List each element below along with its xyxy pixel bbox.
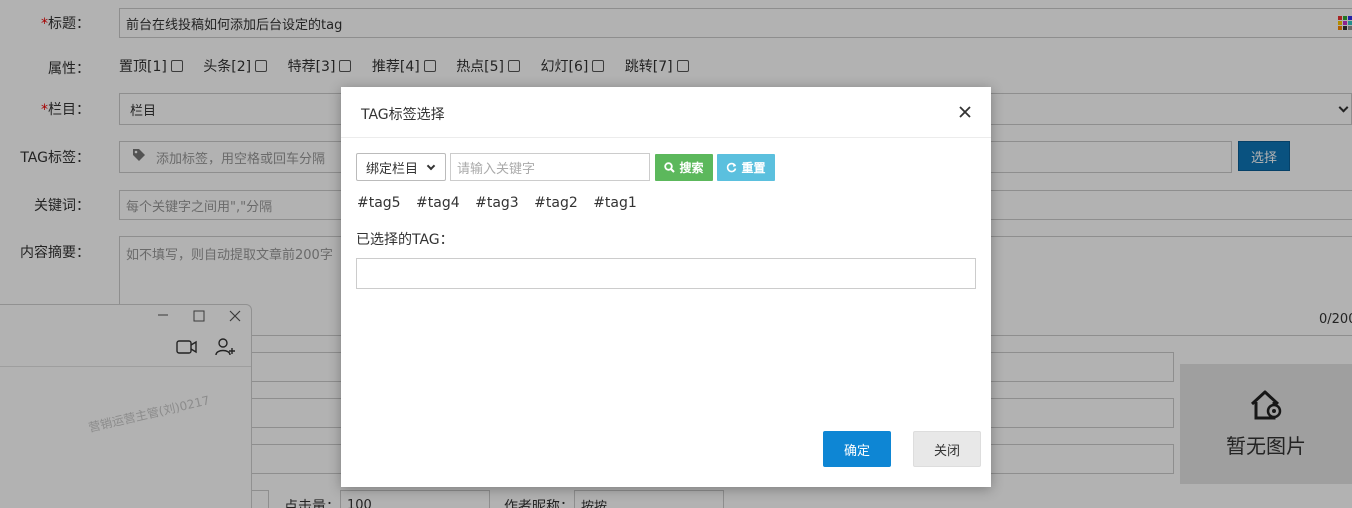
- chevron-down-icon: [426, 161, 436, 171]
- column-bind-dropdown[interactable]: 绑定栏目: [356, 153, 446, 181]
- tag-item[interactable]: #tag1: [593, 195, 637, 211]
- tag-item[interactable]: #tag2: [534, 195, 578, 211]
- reset-button[interactable]: 重置: [717, 154, 775, 181]
- close-button[interactable]: 关闭: [913, 431, 981, 467]
- tag-select-dialog: TAG标签选择 绑定栏目 请输入关键字 搜索 重置 #tag5 #tag4 #t…: [341, 87, 991, 487]
- selected-tags-box[interactable]: [356, 258, 976, 289]
- dialog-header: TAG标签选择: [341, 87, 991, 138]
- confirm-button[interactable]: 确定: [823, 431, 891, 467]
- tag-item[interactable]: #tag4: [416, 195, 460, 211]
- dialog-title: TAG标签选择: [361, 107, 445, 123]
- refresh-icon: [727, 162, 737, 173]
- selected-tags-label: 已选择的TAG：: [356, 232, 454, 248]
- keyword-search-input[interactable]: 请输入关键字: [450, 153, 650, 181]
- close-icon[interactable]: [955, 102, 975, 122]
- tag-list: #tag5 #tag4 #tag3 #tag2 #tag1: [357, 195, 648, 211]
- search-button[interactable]: 搜索: [655, 154, 713, 181]
- tag-item[interactable]: #tag3: [475, 195, 519, 211]
- tag-item[interactable]: #tag5: [357, 195, 401, 211]
- search-icon: [664, 162, 676, 173]
